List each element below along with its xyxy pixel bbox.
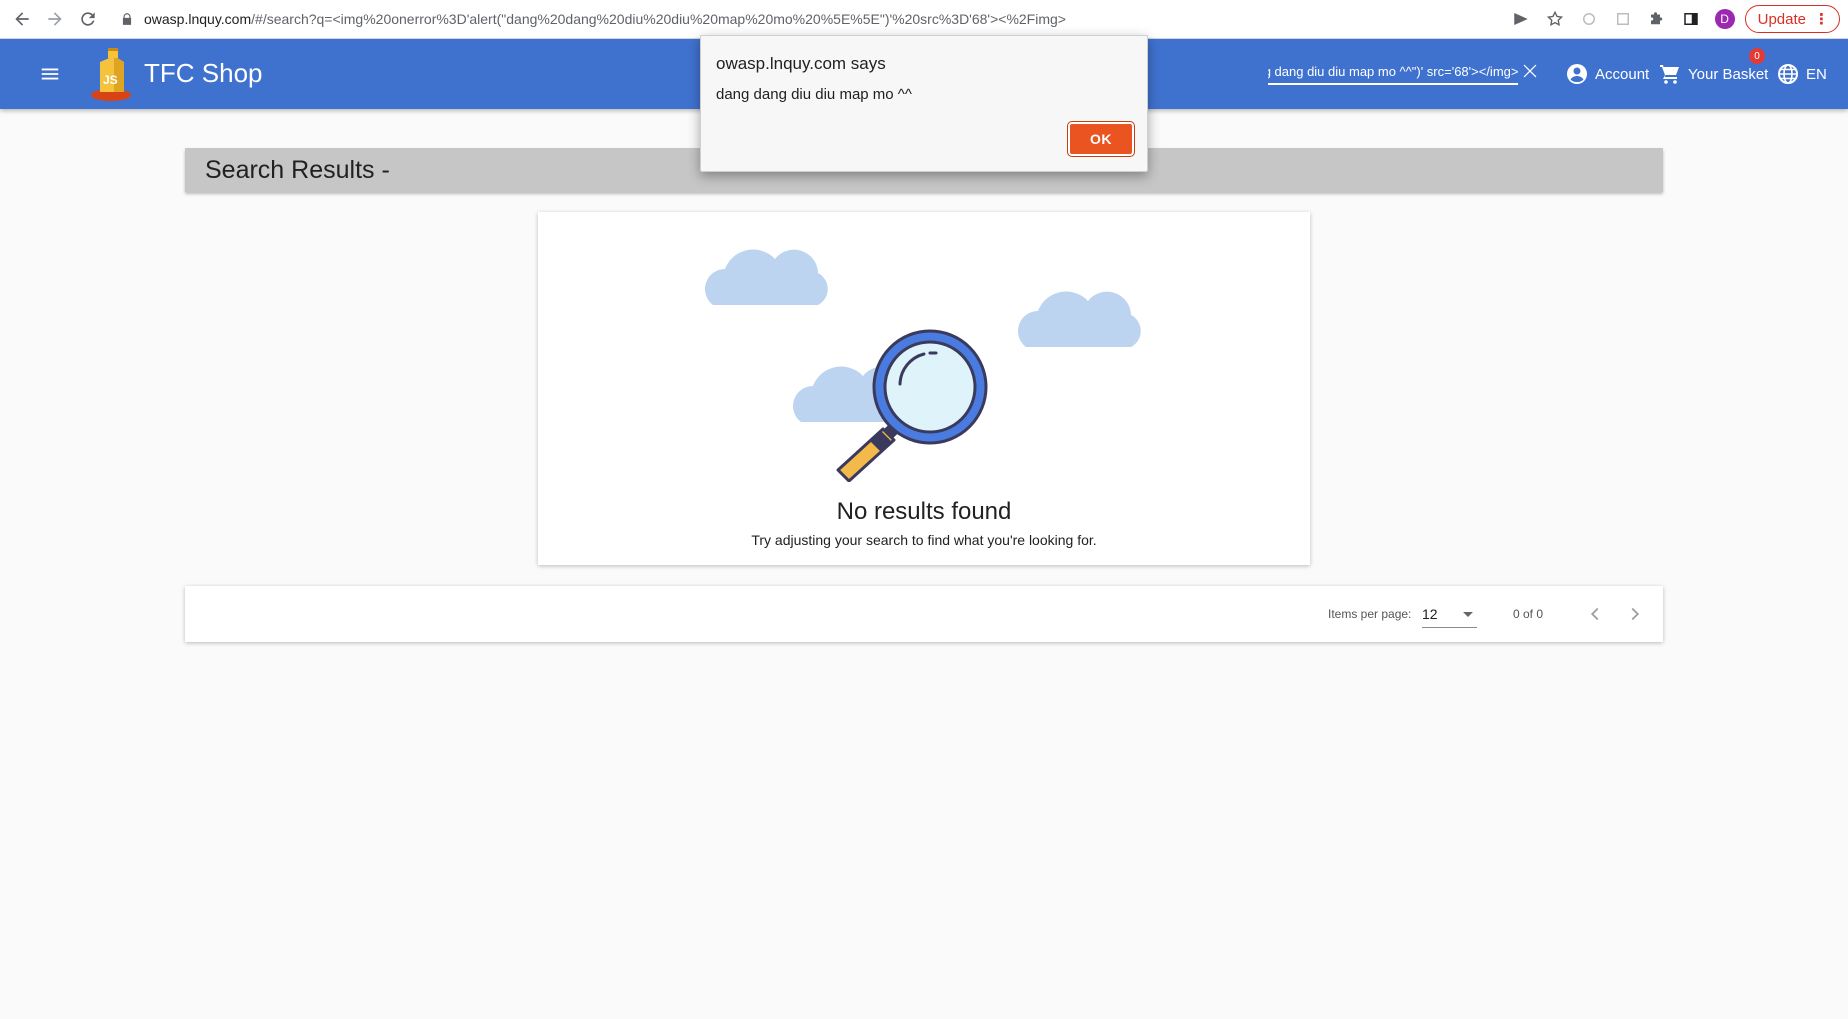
address-bar[interactable]: owasp.lnquy.com/#/search?q=<img%20onerro… — [108, 4, 1533, 34]
next-page-button[interactable] — [1621, 600, 1649, 628]
no-results-subtitle: Try adjusting your search to find what y… — [751, 532, 1097, 548]
side-panel-icon — [1683, 13, 1698, 25]
close-icon — [1523, 64, 1537, 78]
chevron-right-icon — [1631, 607, 1640, 621]
alert-message: dang dang diu diu map mo ^^ — [716, 86, 912, 103]
reload-button[interactable] — [72, 3, 104, 35]
update-label: Update — [1757, 10, 1806, 28]
basket-label: Your Basket — [1688, 65, 1769, 83]
alert-ok-button[interactable]: OK — [1067, 121, 1135, 157]
page-title: Search Results - — [205, 155, 390, 184]
share-button[interactable] — [1507, 5, 1535, 33]
no-results-title: No results found — [836, 498, 1012, 525]
send-icon — [1513, 13, 1528, 25]
back-button[interactable] — [6, 3, 38, 35]
extension-square-icon — [1616, 13, 1629, 25]
puzzle-icon — [1650, 12, 1662, 25]
extensions-button[interactable] — [1643, 5, 1671, 33]
basket-count-badge: 0 — [1749, 48, 1765, 64]
account-circle-icon — [1567, 64, 1587, 84]
search-input[interactable] — [1268, 59, 1518, 85]
update-button[interactable]: Update ⋮ — [1744, 5, 1840, 33]
url-path: /#/search?q=<img%20onerror%3D'alert("dan… — [251, 11, 1066, 27]
alert-dialog: owasp.lnquy.com says dang dang diu diu m… — [700, 35, 1148, 172]
search-box — [1268, 59, 1518, 89]
more-vert-icon: ⋮ — [1814, 11, 1829, 28]
shopping-cart-icon — [1660, 65, 1679, 84]
shop-logo[interactable]: JS — [88, 46, 134, 102]
items-per-page-select[interactable]: 12 — [1422, 600, 1477, 628]
items-per-page-label: Items per page: — [1328, 607, 1412, 621]
extension-button-1[interactable] — [1575, 5, 1603, 33]
browser-actions: D Update ⋮ — [1507, 4, 1840, 34]
arrow-right-icon — [48, 12, 62, 26]
chevron-left-icon — [1590, 607, 1599, 621]
lock-icon — [122, 13, 132, 25]
browser-toolbar: owasp.lnquy.com/#/search?q=<img%20onerro… — [0, 0, 1848, 39]
bookmark-button[interactable] — [1541, 5, 1569, 33]
account-button[interactable]: Account — [1565, 60, 1649, 88]
page-range-label: 0 of 0 — [1513, 607, 1544, 621]
paginator: Items per page: 12 0 of 0 — [185, 586, 1663, 642]
profile-avatar: D — [1714, 9, 1735, 29]
alert-title: owasp.lnquy.com says — [716, 54, 886, 73]
menu-button[interactable] — [32, 56, 68, 92]
extension-circle-icon — [1582, 13, 1595, 25]
extension-button-2[interactable] — [1609, 5, 1637, 33]
language-label: EN — [1806, 65, 1827, 83]
side-panel-button[interactable] — [1677, 5, 1705, 33]
profile-button[interactable]: D — [1711, 5, 1739, 33]
cloud-icon — [705, 249, 828, 305]
dropdown-arrow-icon — [1463, 612, 1473, 617]
star-icon — [1546, 10, 1563, 27]
hamburger-menu-icon — [41, 68, 59, 80]
cloud-icon — [1018, 291, 1141, 347]
svg-text:JS: JS — [103, 73, 118, 87]
basket-button[interactable]: Your Basket — [1658, 60, 1768, 88]
shop-title[interactable]: TFC Shop — [144, 58, 263, 89]
url-host: owasp.lnquy.com — [144, 11, 252, 27]
account-label: Account — [1595, 65, 1650, 83]
search-clear-button[interactable] — [1518, 59, 1542, 83]
language-button[interactable]: EN — [1776, 60, 1827, 88]
items-per-page-value: 12 — [1422, 606, 1438, 622]
globe-icon — [1778, 64, 1798, 84]
forward-button[interactable] — [39, 3, 71, 35]
no-results-card: No results found Try adjusting your sear… — [538, 212, 1310, 565]
previous-page-button[interactable] — [1581, 600, 1609, 628]
reload-icon — [81, 12, 95, 26]
arrow-left-icon — [15, 12, 29, 26]
no-results-illustration — [705, 249, 1141, 482]
